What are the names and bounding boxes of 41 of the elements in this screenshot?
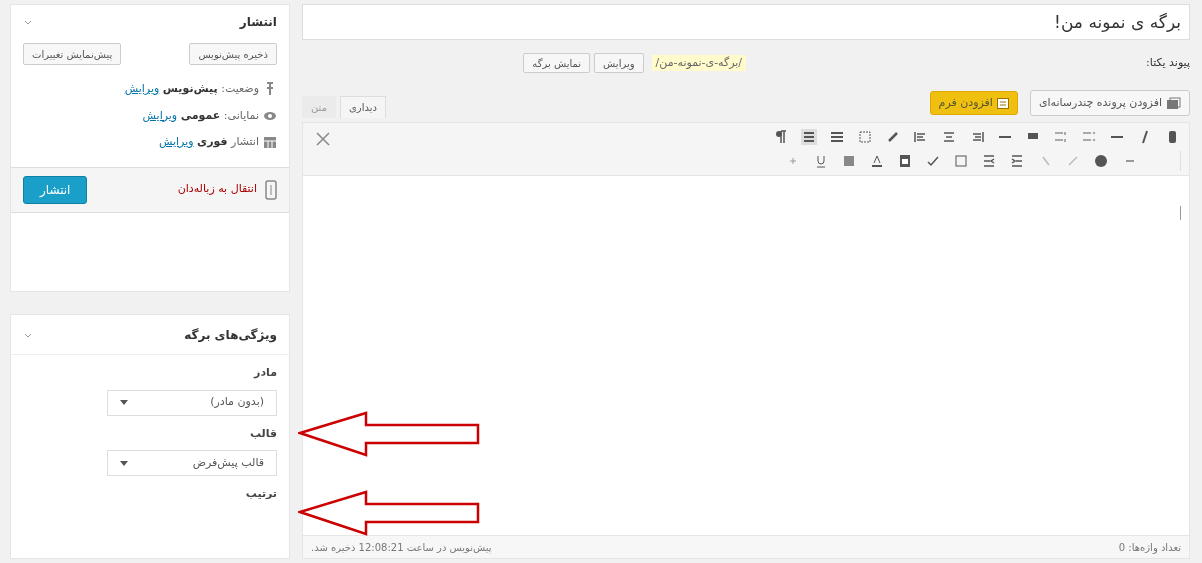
text-color-icon[interactable] bbox=[869, 153, 885, 169]
text-cursor bbox=[1180, 206, 1181, 220]
dropdown-field[interactable]: (بدون مادر) bbox=[107, 389, 277, 416]
trash-link[interactable]: انتقال به زباله‌دان bbox=[177, 181, 257, 198]
edit-permalink-button[interactable]: ویرایش bbox=[594, 53, 644, 73]
permalink-slug: /برگه-ی-نمونه-من/ bbox=[651, 54, 747, 72]
align-center-icon[interactable] bbox=[941, 129, 957, 145]
toolbar-toggle-icon[interactable] bbox=[801, 129, 817, 145]
setting-text: نمایانی: عمومی ویرایش bbox=[142, 107, 259, 124]
numbered-list-icon[interactable] bbox=[1053, 129, 1069, 145]
panel-title: ویژگی‌های برگه bbox=[184, 326, 277, 344]
calendar-icon[interactable] bbox=[263, 135, 277, 150]
edit-link[interactable]: ویرایش bbox=[124, 82, 160, 95]
view-page-button[interactable]: نمایش برگه bbox=[523, 53, 591, 73]
fullscreen-icon[interactable] bbox=[315, 131, 331, 147]
caret-icon[interactable] bbox=[120, 400, 128, 405]
collapse-icon[interactable] bbox=[23, 18, 33, 26]
save-draft-button[interactable]: ذخیره پیش‌نویس bbox=[189, 43, 277, 65]
field-label: ترتیب bbox=[244, 486, 278, 502]
word-count: تعداد واژه‌ها: 0 bbox=[1118, 540, 1181, 555]
field-label: مادر bbox=[252, 365, 278, 381]
field-label: قالب bbox=[248, 425, 278, 442]
preview-button[interactable]: پیش‌نمایش تغییرات bbox=[23, 43, 122, 65]
editor-tab[interactable]: دیداری bbox=[340, 96, 386, 118]
add-media-button[interactable]: افزودن پرونده چندرسانه‌ای bbox=[1029, 90, 1190, 116]
caret-icon[interactable] bbox=[120, 460, 128, 466]
pilcrow-icon[interactable] bbox=[773, 129, 789, 145]
form-icon[interactable] bbox=[996, 97, 1009, 109]
add-form-button[interactable]: افزودن فرم bbox=[929, 91, 1018, 115]
last-saved-text: پیش‌نویس در ساعت 12:08:21 ذخیره شد. bbox=[311, 540, 492, 555]
indent-icon[interactable] bbox=[1009, 153, 1025, 169]
title-field[interactable]: برگه ی نمونه من! bbox=[302, 4, 1190, 40]
panel-title: انتشار bbox=[239, 14, 277, 31]
permalink-label: پیوند یکتا: bbox=[1146, 54, 1190, 71]
dropdown-field[interactable]: قالب پیش‌فرض bbox=[107, 450, 277, 476]
setting-text: وضعیت: پیش‌نویس ویرایش bbox=[124, 81, 259, 97]
media-icon[interactable] bbox=[1166, 96, 1181, 110]
edit-link[interactable]: ویرایش bbox=[158, 135, 194, 148]
outdent-icon[interactable] bbox=[981, 153, 997, 169]
edit-link[interactable]: ویرایش bbox=[142, 108, 178, 122]
setting-text: انتشار فوری ویرایش bbox=[158, 134, 259, 150]
